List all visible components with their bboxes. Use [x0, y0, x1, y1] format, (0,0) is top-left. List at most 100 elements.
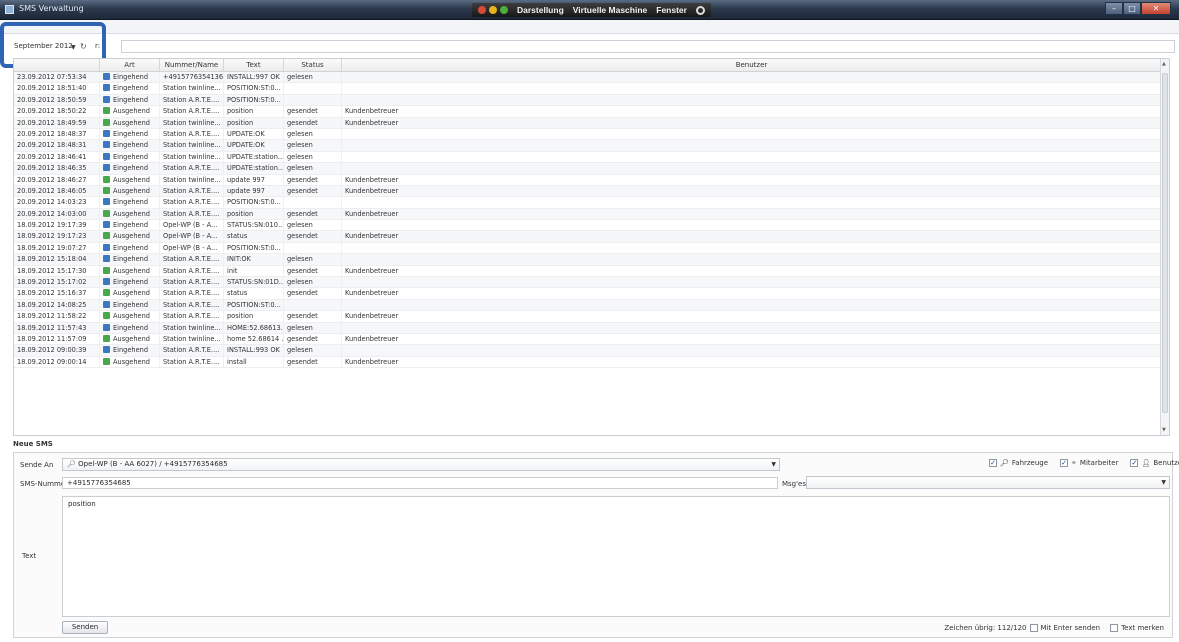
table-row[interactable]: 20.09.2012 18:51:40 Eingehend Station twin… — [14, 83, 1169, 95]
minimize-dot-icon[interactable] — [489, 6, 497, 14]
filter-input[interactable] — [121, 40, 1175, 53]
cell-date-text: 20.09.2012 18:46:35 — [17, 164, 87, 173]
table-row[interactable]: 18.09.2012 11:58:22 Ausgehend Station A.R.… — [14, 311, 1169, 323]
incoming-sms-icon — [103, 278, 110, 286]
cell-nummer-text: Station twinline... — [163, 152, 221, 161]
table-row[interactable]: 18.09.2012 15:18:04 Eingehend Station A.R.… — [14, 254, 1169, 266]
maximize-button[interactable]: □ — [1123, 2, 1141, 15]
table-row[interactable]: 18.09.2012 09:00:39 Eingehend Station A.R.… — [14, 345, 1169, 357]
column-header-benutzer[interactable]: Benutzer — [342, 59, 1162, 72]
table-row[interactable]: 20.09.2012 18:49:59 Ausgehend Station twin… — [14, 117, 1169, 129]
cell-art: Ausgehend — [100, 106, 160, 117]
table-row[interactable]: 18.09.2012 15:17:30 Ausgehend Station A.R.… — [14, 265, 1169, 278]
table-row[interactable]: 18.09.2012 15:17:02 Eingehend Station A.R.… — [14, 277, 1169, 289]
table-row[interactable]: 23.09.2012 07:53:34 Eingehend +49157763541… — [14, 72, 1169, 84]
sms-nummer-input[interactable]: +4915776354685 — [62, 477, 778, 489]
close-dot-icon[interactable] — [478, 6, 486, 14]
cell-text-text: POSITION:ST:0... — [227, 198, 281, 207]
message-template-select[interactable]: ▼ — [806, 476, 1170, 489]
cell-status-text: gelesen — [287, 278, 313, 287]
title-bar: SMS Verwaltung Darstellung Virtuelle Mas… — [0, 0, 1179, 20]
message-textarea[interactable]: position — [62, 496, 1170, 617]
cell-text: POSITION:ST:0... — [224, 299, 284, 311]
cell-date: 18.09.2012 19:17:39 — [14, 220, 100, 231]
cell-art: Eingehend — [100, 299, 160, 311]
table-row[interactable]: 18.09.2012 11:57:43 Eingehend Station twin… — [14, 322, 1169, 334]
cell-text: update 997 — [224, 185, 284, 197]
cell-nummer-text: Station A.R.T.E.... — [163, 289, 220, 298]
chevron-down-icon[interactable]: ▼ — [771, 459, 776, 470]
gear-icon[interactable] — [695, 5, 705, 15]
host-menu-virtuelle-maschine[interactable]: Virtuelle Maschine — [573, 5, 647, 15]
table-row[interactable]: 18.09.2012 19:07:27 Eingehend Opel-WP (B -… — [14, 242, 1169, 255]
cell-status: gesendet — [284, 185, 342, 197]
outgoing-sms-icon — [103, 334, 110, 342]
table-row[interactable]: 20.09.2012 18:46:41 Eingehend Station twin… — [14, 151, 1169, 164]
cell-text: install — [224, 356, 284, 368]
benutzer-checkbox[interactable]: ✓ — [1130, 459, 1139, 467]
cell-art-text: Ausgehend — [113, 334, 150, 343]
incoming-sms-icon — [103, 129, 110, 137]
cell-benutzer — [342, 83, 1162, 94]
cell-benutzer: Kundenbetreuer — [342, 265, 1162, 277]
cell-status: gelesen — [284, 345, 342, 356]
host-menu-fenster[interactable]: Fenster — [656, 5, 687, 15]
incoming-sms-icon — [103, 152, 110, 160]
table-row[interactable]: 18.09.2012 09:00:14 Ausgehend Station A.R.… — [14, 356, 1169, 369]
cell-art-text: Eingehend — [113, 152, 149, 161]
scroll-down-icon[interactable]: ▼ — [1162, 427, 1166, 433]
cell-art: Ausgehend — [100, 333, 160, 345]
chevron-down-icon[interactable]: ▼ — [1161, 477, 1166, 488]
send-button[interactable]: Senden — [62, 621, 108, 634]
table-row[interactable]: 20.09.2012 18:50:59 Eingehend Station A.R.… — [14, 94, 1169, 107]
column-header-nummer[interactable]: Nummer/Name — [160, 59, 224, 72]
table-row[interactable]: 20.09.2012 14:03:23 Eingehend Station A.R.… — [14, 197, 1169, 209]
table-row[interactable]: 20.09.2012 18:48:31 Eingehend Station twin… — [14, 140, 1169, 152]
table-row[interactable]: 20.09.2012 18:48:37 Eingehend Station A.R.… — [14, 128, 1169, 141]
column-header-art[interactable]: Art — [100, 59, 160, 72]
cell-date-text: 18.09.2012 15:18:04 — [17, 255, 87, 264]
table-row[interactable]: 18.09.2012 19:17:23 Ausgehend Opel-WP (B -… — [14, 231, 1169, 243]
enter-send-checkbox[interactable] — [1029, 624, 1038, 632]
table-row[interactable]: 18.09.2012 19:17:39 Eingehend Opel-WP (B -… — [14, 220, 1169, 232]
recipient-select[interactable]: 🔎︎ Opel-WP (B - AA 6027) / +491577635468… — [62, 458, 780, 471]
cell-art-text: Eingehend — [113, 198, 149, 207]
cell-benutzer: Kundenbetreuer — [342, 185, 1162, 197]
fahrzeuge-checkbox[interactable]: ✓ — [989, 459, 997, 467]
table-row[interactable]: 20.09.2012 18:46:35 Eingehend Station A.R.… — [14, 163, 1169, 175]
cell-nummer-text: Opel-WP (B - A... — [163, 221, 218, 230]
vertical-scrollbar[interactable]: ▲ ▼ — [1160, 59, 1169, 435]
table-row[interactable]: 20.09.2012 18:50:22 Ausgehend Station A.R.… — [14, 106, 1169, 118]
table-header: Art Nummer/Name Text Status Benutzer — [14, 59, 1169, 72]
cell-nummer: Station A.R.T.E.... — [160, 128, 224, 140]
table-row[interactable]: 18.09.2012 11:57:09 Ausgehend Station twin… — [14, 333, 1169, 346]
scroll-up-icon[interactable]: ▲ — [1162, 61, 1166, 67]
incoming-sms-icon — [103, 95, 110, 103]
outgoing-sms-icon — [103, 266, 110, 274]
vehicle-icon: 🔎︎ — [1000, 459, 1009, 467]
table-row[interactable]: 20.09.2012 14:03:00 Ausgehend Station A.R.… — [14, 208, 1169, 221]
column-header-status[interactable]: Status — [284, 59, 342, 72]
host-menu-darstellung[interactable]: Darstellung — [517, 5, 564, 15]
table-row[interactable]: 18.09.2012 14:08:25 Eingehend Station A.R.… — [14, 299, 1169, 312]
cell-art-text: Ausgehend — [113, 209, 150, 218]
text-label: Text — [22, 552, 37, 560]
cell-nummer-text: Station twinline... — [163, 141, 221, 150]
table-row[interactable]: 20.09.2012 18:46:05 Ausgehend Station A.R.… — [14, 185, 1169, 198]
cell-text-text: STATUS:SN:010... — [227, 221, 284, 230]
cell-status — [284, 242, 342, 254]
remember-text-checkbox[interactable] — [1110, 624, 1119, 632]
column-header-text[interactable]: Text — [224, 59, 284, 72]
close-button[interactable]: ✕ — [1141, 2, 1171, 15]
cell-nummer: Station twinline... — [160, 322, 224, 333]
minimize-button[interactable]: – — [1105, 2, 1123, 15]
recipient-value: Opel-WP (B - AA 6027) / +4915776354685 — [78, 460, 228, 468]
cell-benutzer — [342, 277, 1162, 288]
scroll-thumb[interactable] — [1162, 73, 1168, 413]
zoom-dot-icon[interactable] — [500, 6, 508, 14]
cell-status: gelesen — [284, 151, 342, 163]
column-header-date[interactable] — [14, 59, 100, 72]
table-row[interactable]: 18.09.2012 15:16:37 Ausgehend Station A.R.… — [14, 288, 1169, 300]
table-row[interactable]: 20.09.2012 18:46:27 Ausgehend Station twin… — [14, 174, 1169, 186]
mitarbeiter-checkbox[interactable]: ✓ — [1060, 459, 1069, 467]
